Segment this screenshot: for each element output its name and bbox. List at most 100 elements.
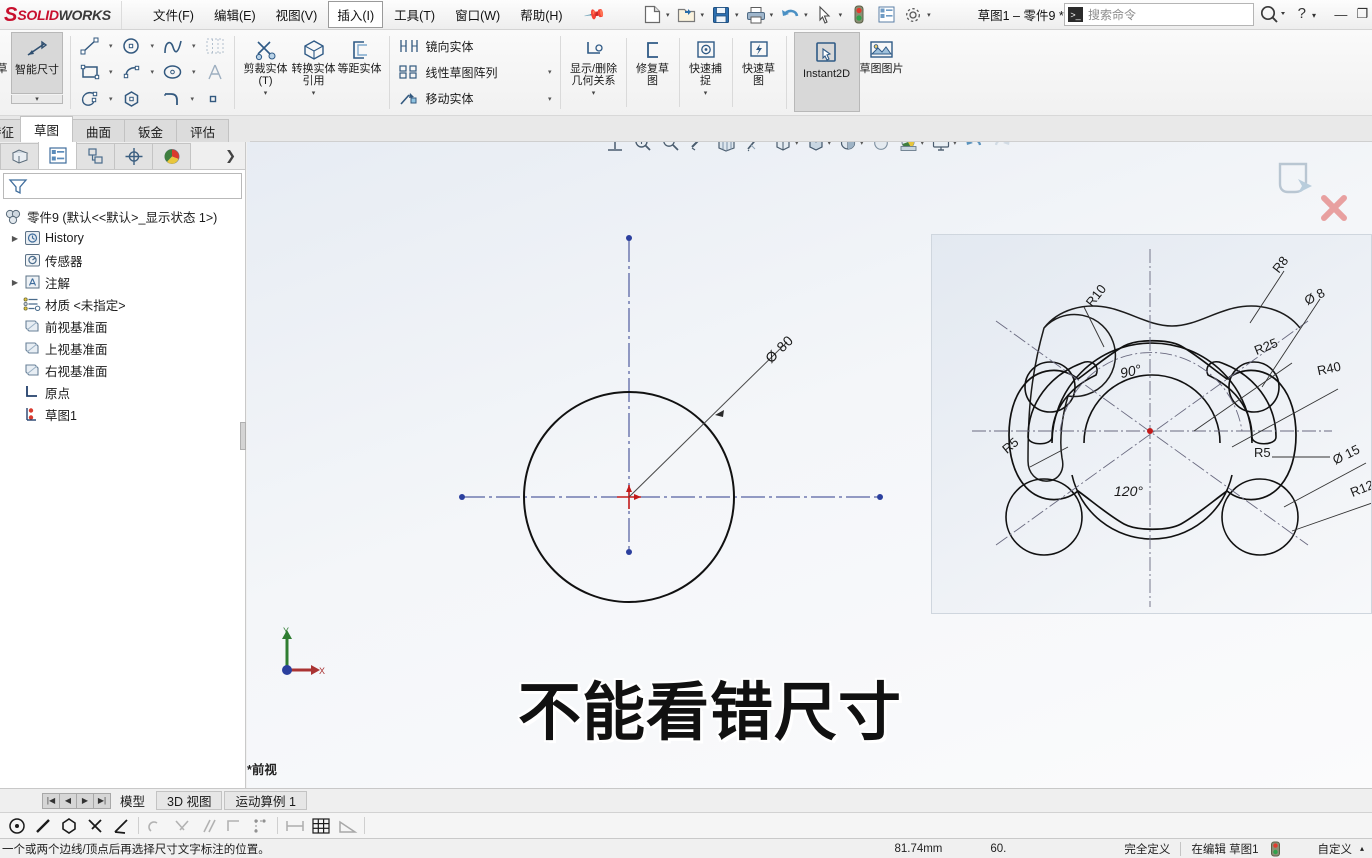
panel-resize-grip[interactable] bbox=[240, 422, 246, 450]
save-icon[interactable] bbox=[708, 3, 734, 27]
quick-snaps-dropdown[interactable]: ▾ bbox=[704, 89, 708, 97]
select-cursor-icon[interactable] bbox=[812, 3, 838, 27]
rectangle-icon[interactable] bbox=[75, 60, 105, 84]
quick-snaps-button[interactable]: 快速捕捉 bbox=[686, 32, 726, 88]
spline-dropdown[interactable]: ▾ bbox=[188, 42, 200, 50]
new-document-caret[interactable]: ▾ bbox=[665, 11, 673, 19]
smart-dimension-dropdown[interactable]: ▾ bbox=[11, 95, 63, 104]
sketch-fillet-icon[interactable] bbox=[157, 87, 187, 111]
expand-arrow-icon-2[interactable]: ▶ bbox=[8, 278, 22, 287]
polygon-arc-dropdown[interactable]: ▾ bbox=[147, 68, 159, 76]
spline-icon[interactable] bbox=[158, 34, 188, 58]
move-entities-dropdown[interactable]: ▾ bbox=[544, 95, 556, 103]
tab-sketch[interactable]: 草图 bbox=[20, 116, 74, 142]
feature-manager-tab[interactable] bbox=[0, 143, 39, 169]
manager-tabs-expand[interactable]: ❯ bbox=[225, 148, 245, 169]
gear-settings-icon[interactable] bbox=[900, 3, 926, 27]
property-manager-tab[interactable] bbox=[38, 141, 77, 169]
reference-drawing-image[interactable]: R10 R8 Ø 8 R25 R40 90° 120° R5 R5 Ø 15 R… bbox=[931, 234, 1372, 614]
angle-relation-icon[interactable] bbox=[108, 814, 134, 838]
grid-icon[interactable] bbox=[308, 814, 334, 838]
rebuild-status-icon[interactable] bbox=[1270, 841, 1281, 857]
tree-item-sketch1[interactable]: 草图1 bbox=[2, 403, 245, 425]
search-icon[interactable] bbox=[1258, 4, 1288, 24]
tab-features[interactable]: 特征 bbox=[0, 119, 22, 142]
circle-icon[interactable] bbox=[117, 34, 147, 58]
tree-item-front-plane[interactable]: 前视基准面 bbox=[2, 315, 245, 337]
tree-item-right-plane[interactable]: 右视基准面 bbox=[2, 359, 245, 381]
tree-item-material[interactable]: 材质 <未指定> bbox=[2, 293, 245, 315]
menu-insert[interactable]: 插入(I) bbox=[328, 1, 384, 28]
open-document-caret[interactable]: ▾ bbox=[700, 11, 708, 19]
line-dropdown[interactable]: ▾ bbox=[105, 42, 117, 50]
bottom-tab-model[interactable]: 模型 bbox=[110, 791, 155, 810]
gear-settings-caret[interactable]: ▾ bbox=[926, 11, 934, 19]
sketch-fillet-dropdown[interactable]: ▾ bbox=[187, 95, 199, 103]
rebuild-icon[interactable] bbox=[846, 3, 872, 27]
linear-sketch-pattern-dropdown[interactable]: ▾ bbox=[544, 68, 556, 76]
linear-pattern-icon[interactable] bbox=[200, 34, 230, 58]
next-icon[interactable]: ▶ bbox=[76, 792, 94, 809]
sketch-fillet-group-dropdown[interactable]: ▾ bbox=[105, 95, 117, 103]
line-icon[interactable] bbox=[75, 34, 105, 58]
menu-view[interactable]: 视图(V) bbox=[267, 1, 327, 28]
line-relation-icon[interactable] bbox=[30, 814, 56, 838]
polygon-arc-icon[interactable] bbox=[117, 60, 147, 84]
rectangle-dropdown[interactable]: ▾ bbox=[105, 68, 117, 76]
trim-entities-dropdown[interactable]: ▾ bbox=[264, 89, 268, 97]
first-icon[interactable]: |◀ bbox=[42, 792, 60, 809]
circle-relation-icon[interactable] bbox=[4, 814, 30, 838]
menu-tools[interactable]: 工具(T) bbox=[385, 1, 444, 28]
text-icon[interactable] bbox=[200, 60, 230, 84]
display-manager-tab[interactable] bbox=[152, 143, 191, 169]
pushpin-icon[interactable]: 📌 bbox=[582, 3, 606, 27]
sketch-picture-button[interactable]: 草图图片 bbox=[860, 32, 904, 76]
restore-button[interactable]: ❐ bbox=[1356, 6, 1368, 22]
menu-window[interactable]: 窗口(W) bbox=[446, 1, 509, 28]
mirror-entities-row[interactable]: 镜向实体 bbox=[394, 33, 556, 59]
last-icon[interactable]: ▶| bbox=[93, 792, 111, 809]
search-input[interactable]: >_ 搜索命令 bbox=[1064, 3, 1254, 26]
menu-help[interactable]: 帮助(H) bbox=[511, 1, 571, 28]
sketch-fillet-group-icon[interactable] bbox=[75, 87, 105, 111]
trim-entities-button[interactable]: 剪裁实体(T) bbox=[242, 32, 290, 88]
ellipse-icon[interactable] bbox=[158, 60, 188, 84]
new-document-icon[interactable] bbox=[639, 3, 665, 27]
help-button[interactable]: ? ▾ bbox=[1298, 5, 1316, 22]
circle-dropdown[interactable]: ▾ bbox=[147, 42, 159, 50]
tree-item-top-plane[interactable]: 上视基准面 bbox=[2, 337, 245, 359]
bottom-tab-3dviews[interactable]: 3D 视图 bbox=[156, 791, 223, 810]
ellipse-dropdown[interactable]: ▾ bbox=[188, 68, 200, 76]
menu-file[interactable]: 文件(F) bbox=[144, 1, 203, 28]
tree-item-annotations[interactable]: ▶ 注解 bbox=[2, 271, 245, 293]
hexagon-icon[interactable] bbox=[117, 87, 147, 111]
minimize-button[interactable]: — bbox=[1334, 7, 1347, 22]
rapid-sketch-button[interactable]: 快速草图 bbox=[739, 32, 779, 113]
status-custom[interactable]: 自定义 bbox=[1317, 841, 1352, 857]
select-cursor-caret[interactable]: ▾ bbox=[838, 11, 846, 19]
undo-caret[interactable]: ▾ bbox=[803, 11, 811, 19]
tree-item-history[interactable]: ▶ History bbox=[2, 227, 245, 249]
print-icon[interactable] bbox=[743, 3, 769, 27]
point-icon[interactable] bbox=[198, 87, 228, 111]
dimxpert-manager-tab[interactable] bbox=[114, 143, 153, 169]
intersect-relation-icon[interactable] bbox=[82, 814, 108, 838]
tree-item-sensors[interactable]: 传感器 bbox=[2, 249, 245, 271]
tab-surfaces[interactable]: 曲面 bbox=[72, 119, 126, 142]
smart-dimension-button[interactable]: 智能尺寸 bbox=[11, 32, 63, 94]
convert-entities-dropdown[interactable]: ▾ bbox=[312, 89, 316, 97]
display-delete-relations-dropdown[interactable]: ▾ bbox=[592, 89, 596, 97]
save-caret[interactable]: ▾ bbox=[734, 11, 742, 19]
instant2d-button[interactable]: Instant2D bbox=[793, 32, 860, 112]
linear-sketch-pattern-row[interactable]: 线性草图阵列 ▾ bbox=[394, 59, 556, 85]
tree-item-part[interactable]: 零件9 (默认<<默认>_显示状态 1>) bbox=[2, 205, 245, 227]
tree-filter-input[interactable] bbox=[3, 173, 242, 199]
repair-sketch-button[interactable]: 修复草图 bbox=[633, 32, 673, 113]
previous-icon[interactable]: ◀ bbox=[59, 792, 77, 809]
display-delete-relations-button[interactable]: 显示/删除几何关系 bbox=[568, 32, 620, 88]
configuration-manager-tab[interactable] bbox=[76, 143, 115, 169]
polygon-relation-icon[interactable] bbox=[56, 814, 82, 838]
print-caret[interactable]: ▾ bbox=[769, 11, 777, 19]
exit-sketch-button[interactable]: 退出草图 bbox=[0, 32, 11, 113]
tab-evaluate[interactable]: 评估 bbox=[176, 119, 230, 142]
